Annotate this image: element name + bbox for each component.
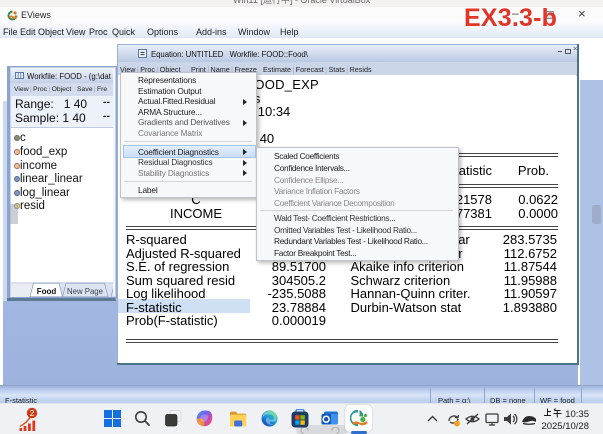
svg-text:2: 2	[30, 408, 35, 418]
svg-text:New Page: New Page	[67, 287, 103, 296]
svg-text:Food: Food	[37, 287, 57, 296]
